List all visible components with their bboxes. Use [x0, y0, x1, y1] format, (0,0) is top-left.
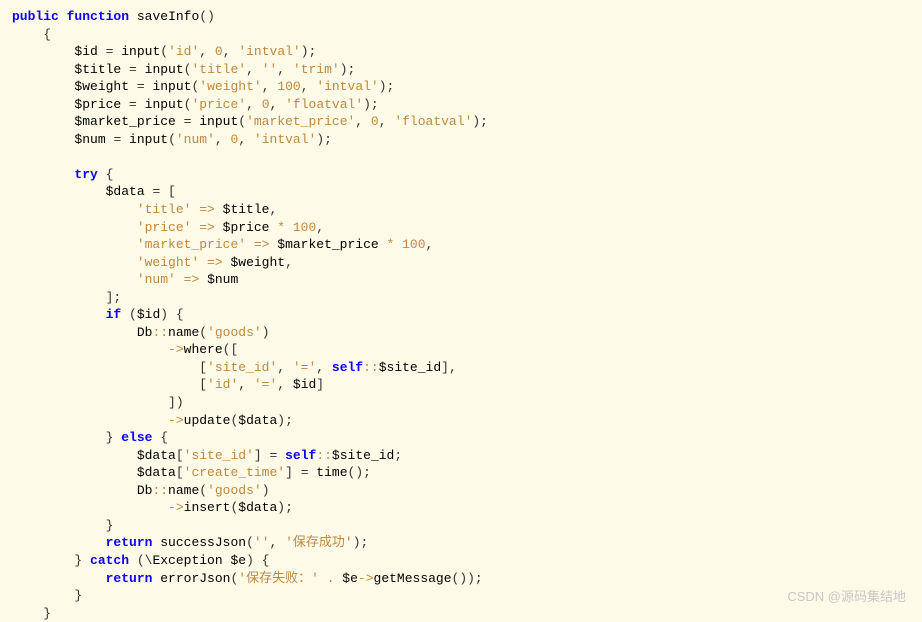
- line-3: $id = input('id', 0, 'intval');: [12, 44, 316, 59]
- line-28: ->insert($data);: [12, 500, 293, 515]
- line-22: ]): [12, 395, 184, 410]
- line-33: }: [12, 588, 82, 603]
- line-30: return successJson('', '保存成功');: [12, 535, 368, 550]
- line-18: Db::name('goods'): [12, 325, 270, 340]
- line-26: $data['create_time'] = time();: [12, 465, 371, 480]
- line-5: $weight = input('weight', 100, 'intval')…: [12, 79, 394, 94]
- line-23: ->update($data);: [12, 413, 293, 428]
- line-16: ];: [12, 290, 121, 305]
- line-32: return errorJson('保存失败：' . $e->getMessag…: [12, 571, 483, 586]
- line-24: } else {: [12, 430, 168, 445]
- line-6: $price = input('price', 0, 'floatval');: [12, 97, 379, 112]
- line-17: if ($id) {: [12, 307, 184, 322]
- line-9: try {: [12, 167, 113, 182]
- line-20: ['site_id', '=', self::$site_id],: [12, 360, 457, 375]
- line-21: ['id', '=', $id]: [12, 377, 324, 392]
- line-8: $num = input('num', 0, 'intval');: [12, 132, 332, 147]
- line-1: public function saveInfo(): [12, 9, 215, 24]
- line-7: $market_price = input('market_price', 0,…: [12, 114, 488, 129]
- parens: (): [199, 9, 215, 24]
- function-name: saveInfo: [137, 9, 199, 24]
- keyword-public: public: [12, 9, 59, 24]
- code-block: public function saveInfo() { $id = input…: [12, 8, 910, 622]
- line-19: ->where([: [12, 342, 238, 357]
- line-29: }: [12, 518, 113, 533]
- line-13: 'market_price' => $market_price * 100,: [12, 237, 433, 252]
- line-11: 'title' => $title,: [12, 202, 277, 217]
- keyword-function: function: [67, 9, 129, 24]
- line-31: } catch (\Exception $e) {: [12, 553, 269, 568]
- line-10: $data = [: [12, 184, 176, 199]
- line-2: {: [12, 27, 51, 42]
- line-4: $title = input('title', '', 'trim');: [12, 62, 355, 77]
- line-27: Db::name('goods'): [12, 483, 270, 498]
- line-34: }: [12, 606, 51, 621]
- line-12: 'price' => $price * 100,: [12, 220, 324, 235]
- line-25: $data['site_id'] = self::$site_id;: [12, 448, 402, 463]
- line-15: 'num' => $num: [12, 272, 238, 287]
- line-14: 'weight' => $weight,: [12, 255, 293, 270]
